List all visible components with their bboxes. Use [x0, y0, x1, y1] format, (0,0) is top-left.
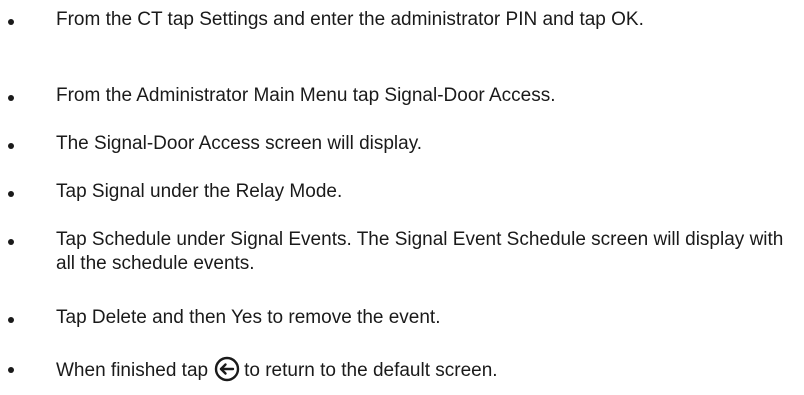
back-arrow-circle-icon: [214, 356, 240, 382]
bullet: [8, 19, 14, 25]
bullet: [8, 191, 14, 197]
step-text: Tap Schedule under Signal Events. The Si…: [56, 229, 784, 274]
step-text-before-icon: When finished tap: [56, 360, 209, 381]
step-text: From the Administrator Main Menu tap Sig…: [56, 85, 556, 106]
bullet: [8, 143, 14, 149]
step-text: The Signal-Door Access screen will displ…: [56, 133, 423, 154]
step-text-after-icon: to return to the default screen.: [244, 360, 498, 381]
bullet: [8, 367, 14, 373]
step-text: Tap Delete and then Yes to remove the ev…: [56, 307, 441, 328]
bullet: [8, 239, 14, 245]
bullet: [8, 95, 14, 101]
bullet: [8, 317, 14, 323]
instruction-document: From the CT tap Settings and enter the a…: [0, 0, 804, 395]
step-text: From the CT tap Settings and enter the a…: [56, 9, 644, 30]
step-text: When finished tap to return to the defau…: [56, 356, 796, 383]
step-text: Tap Signal under the Relay Mode.: [56, 181, 343, 202]
